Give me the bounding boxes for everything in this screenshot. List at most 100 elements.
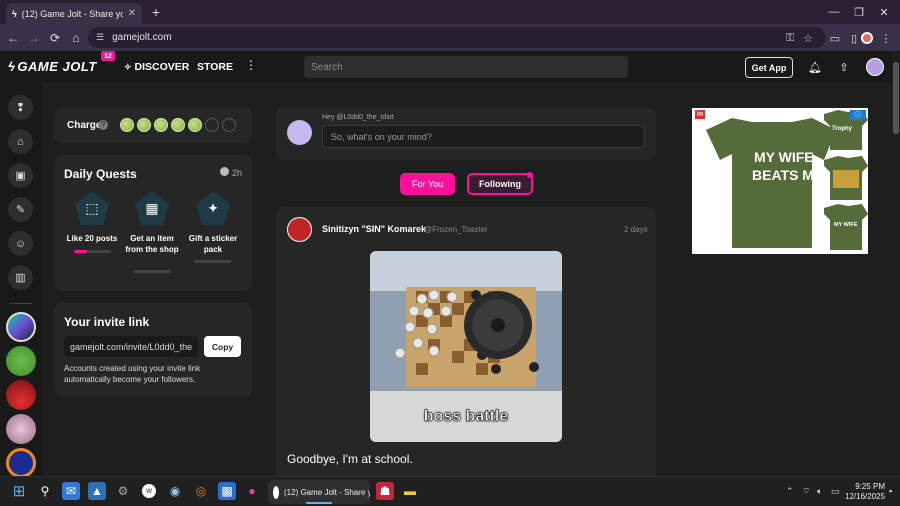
reload-button[interactable]: ⟳ [45,28,65,48]
bookmark-star-icon[interactable]: ☆ [798,28,818,48]
nav-discover[interactable]: ✧ DISCOVER [124,61,189,73]
daily-quests-title: Daily Quests [64,167,137,181]
site-info-icon[interactable]: ☰ [96,32,104,43]
sticker-rail-icon[interactable]: ✎ [8,197,33,222]
invite-link-field[interactable]: gamejolt.com/invite/L0dd0_the [64,336,198,357]
steam-icon[interactable]: ◉ [166,482,184,500]
paint-icon[interactable]: ● [243,482,261,500]
tab-following[interactable]: Following [467,173,533,195]
charge-orb [154,118,168,132]
nav-store[interactable]: STORE [197,61,233,73]
charge-label: Charge [67,120,102,131]
community-avatar-4[interactable] [6,414,36,444]
minimize-button[interactable]: — [820,2,848,22]
community-avatar-5[interactable] [6,448,36,478]
get-app-button[interactable]: Get App [745,57,793,78]
browser-tab[interactable]: ϟ (12) Game Jolt - Share your cre ✕ [6,3,142,24]
address-bar[interactable]: ☰ gamejolt.com [88,27,826,48]
clock-icon [220,167,229,176]
copy-invite-button[interactable]: Copy [204,336,241,357]
tray-chevron-icon[interactable]: ⌃ [786,486,794,497]
blender-icon[interactable]: ◎ [192,482,210,500]
taskbar-clock[interactable]: 9:25 PM 12/16/2025 [845,482,885,502]
rail-divider [10,303,32,304]
site-search-input[interactable]: Search [304,56,628,78]
ad-headline-2: BEATS ME [752,167,823,183]
quests-rail-icon[interactable]: ❢ [8,95,33,120]
logo-text: GAME JOLT [17,59,97,74]
composer-input[interactable]: So, what's on your mind? [322,125,645,148]
active-indicator [306,502,332,504]
charge-orb [205,118,219,132]
chrome-icon [273,485,279,499]
shop-rail-icon[interactable]: ⌂ [8,129,33,154]
new-tab-button[interactable]: + [147,3,165,21]
clock-date: 12/16/2025 [845,492,886,501]
help-icon[interactable]: ? [98,120,108,130]
browser-menu-icon[interactable]: ⋮ [876,28,896,48]
quest-activity-icon[interactable]: ⇧ [835,58,853,76]
post-body-text: Goodbye, I'm at school. [287,452,413,466]
settings-gear-icon[interactable]: ⚙ [114,482,132,500]
chat-rail-icon[interactable]: ☺ [8,231,33,256]
ad-info-icon[interactable]: ⓘ [850,110,866,120]
file-explorer-icon[interactable]: ▬ [401,482,419,500]
post-image[interactable]: boss battle [370,251,562,442]
invite-description: Accounts created using your invite link … [64,364,201,384]
user-avatar[interactable] [866,58,884,76]
home-button[interactable]: ⌂ [66,28,86,48]
ad-image: MY WIFE BEATS ME Trophy MY WIFE [692,108,868,254]
windows-start-icon[interactable]: ⊞ [10,482,28,500]
nav-discover-label: DISCOVER [134,61,190,73]
app-red-icon[interactable]: ☗ [376,482,394,500]
charge-orb [188,118,202,132]
tab-title: (12) Game Jolt - Share your cre [21,8,123,19]
taskbar-chrome-item[interactable]: (12) Game Jolt - Share y [268,480,370,504]
notification-center-icon[interactable]: ▪ [889,486,892,496]
gamejolt-favicon-icon: ϟ [12,8,17,19]
community-avatar-2[interactable] [6,346,36,376]
app-w-icon[interactable]: w [140,482,158,500]
mail-icon[interactable]: ✉ [62,482,80,500]
windows-taskbar [0,476,900,506]
forward-button[interactable]: → [24,28,44,48]
profile-icon[interactable] [857,28,877,48]
bell-icon[interactable]: 🔔︎ [806,58,824,76]
library-rail-icon[interactable]: ▥ [8,265,33,290]
key-icon[interactable]: ⚿ [780,28,800,48]
charge-orb [137,118,151,132]
post-author-name[interactable]: Sinitizyn "SIN" Komarek [322,224,426,234]
quest-progress-3 [194,260,231,263]
gamejolt-logo[interactable]: ϟ GAME JOLT [8,59,97,74]
more-menu-icon[interactable]: ⋮ [245,58,257,72]
quest-time-left: 2h [232,168,243,178]
back-button[interactable]: ← [3,28,23,48]
store-app-icon[interactable]: ▩ [218,482,236,500]
page-scrollbar[interactable] [892,52,900,476]
taskbar-chrome-label: (12) Game Jolt - Share y [284,487,370,497]
wifi-icon[interactable]: ⌔ [802,486,810,497]
invite-title: Your invite link [64,315,150,329]
composer-greeting: Hey @L0dd0_the_Idiot [322,114,394,121]
community-avatar-1[interactable] [6,312,36,342]
post-author-handle[interactable]: @Frozen_Toaster [424,225,488,234]
backpack-rail-icon[interactable]: ▣ [8,163,33,188]
search-icon[interactable]: ⚲ [36,482,54,500]
advertisement[interactable]: MY WIFE BEATS ME Trophy MY WIFE [692,108,868,254]
tab-close-icon[interactable]: ✕ [128,8,136,19]
reading-mode-icon[interactable]: ▭ [825,28,845,48]
close-window-button[interactable]: ✕ [870,2,898,22]
tab-for-you[interactable]: For You [400,173,455,195]
quest-label-1: Like 20 posts [66,234,118,243]
maximize-button[interactable]: ❐ [845,2,873,22]
post-author-avatar[interactable] [287,217,312,242]
quest-progress-1 [74,250,111,253]
community-avatar-3[interactable] [6,380,36,410]
volume-icon[interactable]: 🔈︎ [817,486,822,497]
post-timestamp[interactable]: 2 days [624,225,648,234]
charge-orb [222,118,236,132]
photos-icon[interactable]: ▲ [88,482,106,500]
scrollbar-thumb[interactable] [893,62,899,134]
battery-icon[interactable]: ▭ [831,486,840,497]
svg-text:MY WIFE: MY WIFE [834,222,858,228]
